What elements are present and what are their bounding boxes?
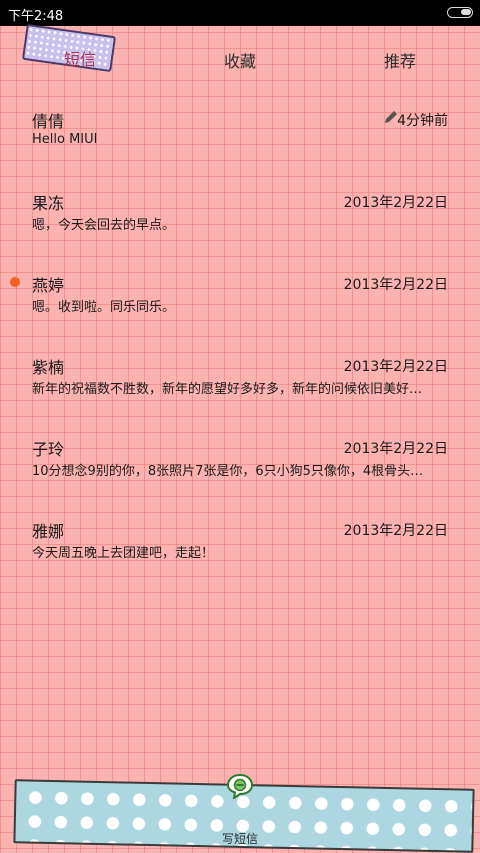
message-time: 2013年2月22日 bbox=[343, 195, 448, 211]
message-snippet: 今天周五晚上去团建吧，走起！ bbox=[32, 546, 215, 561]
message-item[interactable]: 子玲 2013年2月22日 10分想念9别的你，8张照片7张是你，6只小狗5只像… bbox=[0, 428, 480, 498]
message-item[interactable]: 果冻 2013年2月22日 嗯，今天会回去的早点。 bbox=[0, 182, 480, 252]
battery-icon bbox=[447, 7, 473, 18]
tab-sms[interactable]: 短信 bbox=[64, 46, 96, 70]
contact-name: 倩倩 bbox=[32, 112, 65, 131]
tab-favorites[interactable]: 收藏 bbox=[224, 48, 256, 72]
message-item[interactable]: 雅娜 2013年2月22日 今天周五晚上去团建吧，走起！ bbox=[0, 510, 480, 580]
tab-recommend[interactable]: 推荐 bbox=[384, 48, 416, 72]
message-time: 2013年2月22日 bbox=[343, 359, 448, 375]
status-bar: 下午2:48 bbox=[0, 0, 480, 26]
compose-message-icon[interactable] bbox=[226, 773, 254, 799]
contact-name: 果冻 bbox=[32, 194, 65, 213]
contact-name: 紫楠 bbox=[32, 358, 65, 377]
draft-pencil-icon bbox=[385, 111, 397, 123]
message-time: 4分钟前 bbox=[397, 113, 448, 129]
message-item[interactable]: 倩倩 4分钟前 Hello MIUI bbox=[0, 100, 480, 170]
message-time: 2013年2月22日 bbox=[343, 441, 448, 457]
contact-name: 雅娜 bbox=[32, 522, 65, 541]
message-snippet: 10分想念9别的你，8张照片7张是你，6只小狗5只像你，4根骨头… bbox=[32, 464, 424, 479]
message-snippet: 嗯。收到啦。同乐同乐。 bbox=[32, 300, 176, 315]
message-snippet: 新年的祝福数不胜数，新年的愿望好多好多，新年的问候依旧美好… bbox=[32, 382, 423, 397]
contact-name: 子玲 bbox=[32, 440, 65, 459]
contact-name: 燕婷 bbox=[32, 276, 65, 295]
status-time: 下午2:48 bbox=[8, 9, 64, 24]
message-item[interactable]: 紫楠 2013年2月22日 新年的祝福数不胜数，新年的愿望好多好多，新年的问候依… bbox=[0, 346, 480, 416]
message-item[interactable]: 燕婷 2013年2月22日 嗯。收到啦。同乐同乐。 bbox=[0, 264, 480, 334]
message-snippet: 嗯，今天会回去的早点。 bbox=[32, 218, 176, 233]
message-time: 2013年2月22日 bbox=[343, 523, 448, 539]
message-snippet: Hello MIUI bbox=[32, 132, 98, 147]
compose-label[interactable]: 写短信 bbox=[0, 830, 480, 847]
message-time: 2013年2月22日 bbox=[343, 277, 448, 293]
unread-dot-icon bbox=[10, 277, 20, 287]
